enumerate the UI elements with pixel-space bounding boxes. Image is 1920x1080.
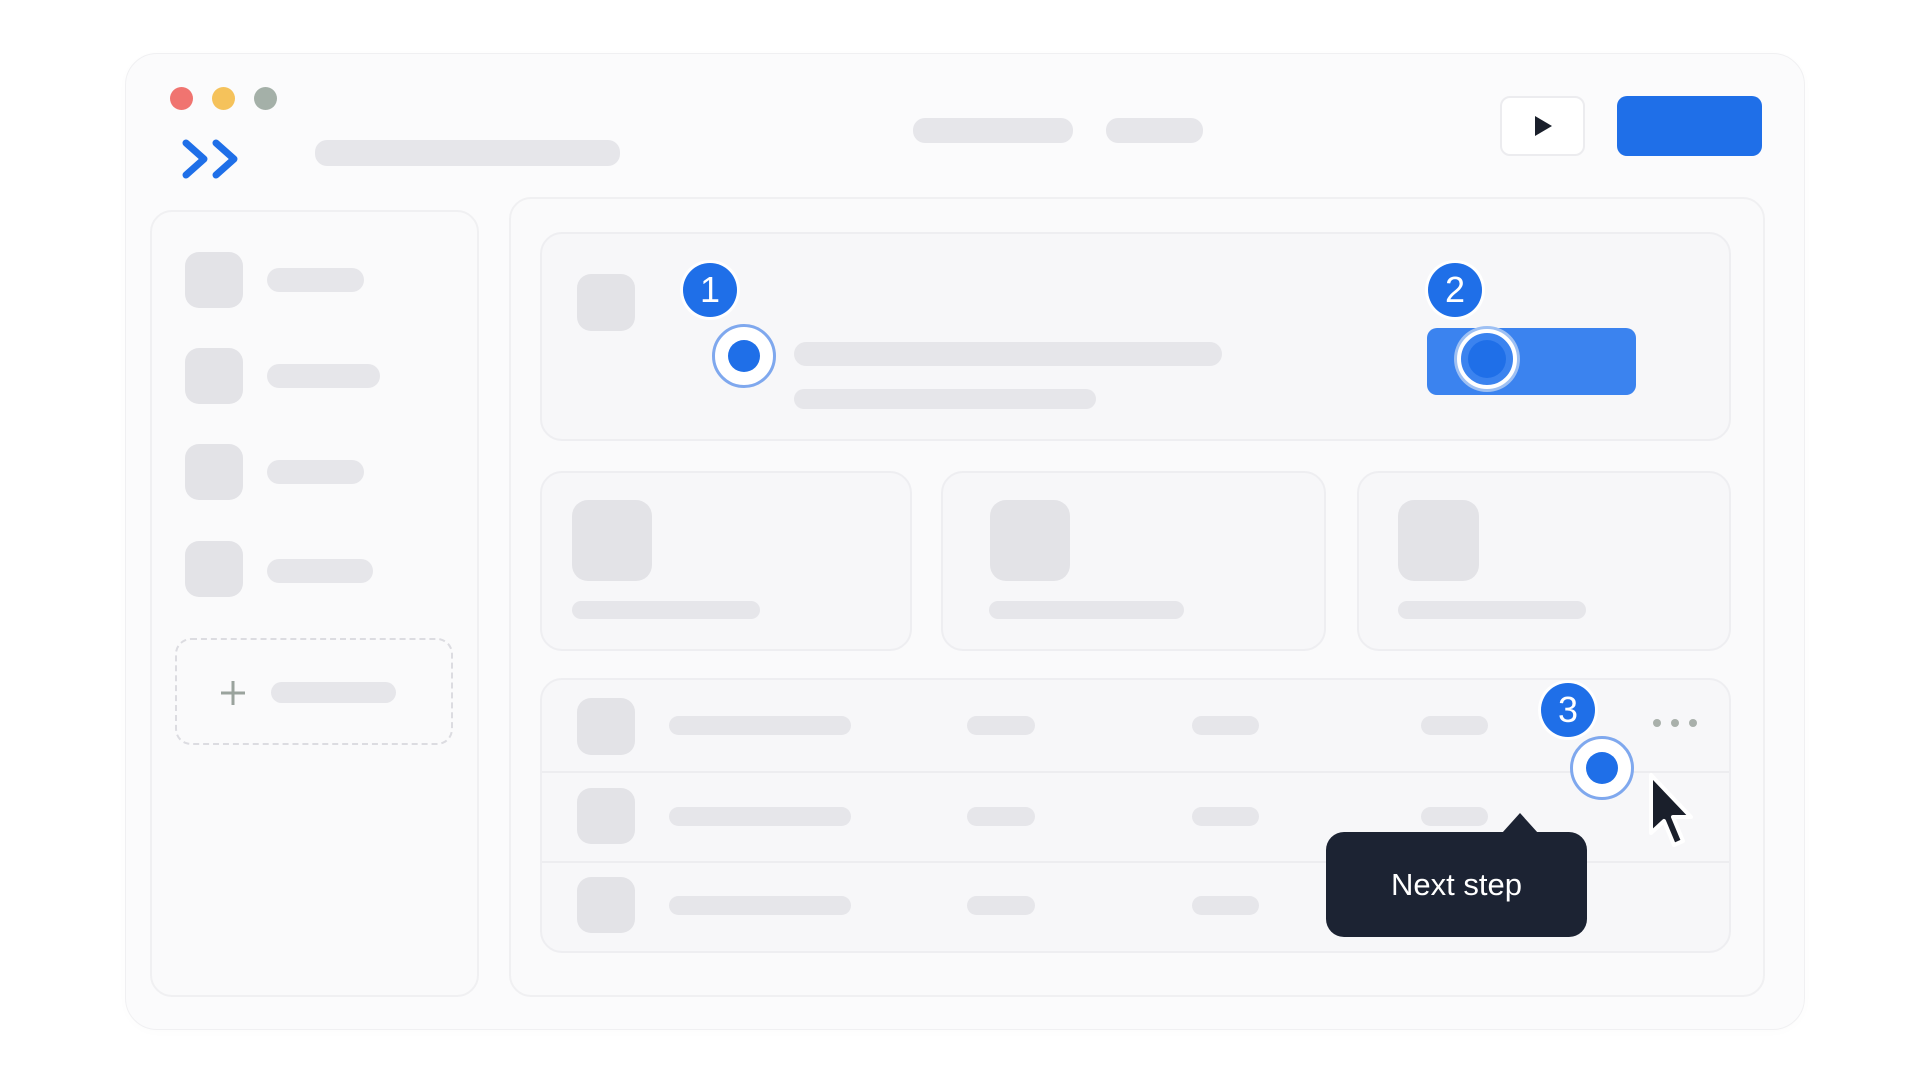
- table-row-avatar: [577, 698, 635, 755]
- table-cell: [1421, 716, 1488, 735]
- double-chevron-right-icon: [182, 139, 238, 179]
- tooltip: Next step: [1326, 832, 1587, 937]
- window-minimize-button[interactable]: [212, 87, 235, 110]
- sidebar-item-label[interactable]: [267, 268, 364, 292]
- play-button[interactable]: [1500, 96, 1585, 156]
- sidebar: [150, 210, 479, 997]
- logo: [180, 137, 245, 182]
- step-badge-3: 3: [1541, 683, 1595, 737]
- table-cell: [967, 807, 1035, 826]
- sidebar-item-icon[interactable]: [185, 252, 243, 308]
- table-row-avatar: [577, 788, 635, 844]
- step-target-2[interactable]: [1457, 329, 1517, 389]
- window-close-button[interactable]: [170, 87, 193, 110]
- sidebar-item-icon[interactable]: [185, 444, 243, 500]
- table-row-divider: [542, 771, 1729, 773]
- table-cell: [669, 807, 851, 826]
- table-cell: [1192, 896, 1259, 915]
- header-card-avatar: [577, 274, 635, 331]
- table-row-avatar: [577, 877, 635, 933]
- stat-card-label: [989, 601, 1184, 619]
- header-card-subtitle: [794, 389, 1096, 409]
- target-dot: [728, 340, 760, 372]
- mouse-pointer-icon: [1649, 773, 1693, 847]
- sidebar-item-label[interactable]: [267, 559, 373, 583]
- table-cell: [669, 896, 851, 915]
- header-card-title: [794, 342, 1222, 366]
- step-target-1[interactable]: [712, 324, 776, 388]
- title-placeholder: [315, 140, 620, 166]
- nav-item-placeholder[interactable]: [913, 118, 1073, 143]
- tooltip-text: Next step: [1391, 866, 1522, 902]
- step-badge-2: 2: [1428, 263, 1482, 317]
- target-dot: [1586, 752, 1618, 784]
- sidebar-item-icon[interactable]: [185, 541, 243, 597]
- step-badge-1: 1: [683, 263, 737, 317]
- table-cell: [967, 716, 1035, 735]
- step-target-3[interactable]: [1570, 736, 1634, 800]
- table-cell: [1192, 807, 1259, 826]
- nav-item-placeholder[interactable]: [1106, 118, 1203, 143]
- table-cell: [669, 716, 851, 735]
- table-cell: [1192, 716, 1259, 735]
- more-horizontal-icon[interactable]: [1652, 716, 1698, 730]
- stat-card-label: [1398, 601, 1586, 619]
- window-zoom-button[interactable]: [254, 87, 277, 110]
- sidebar-item-label[interactable]: [267, 364, 380, 388]
- tooltip-arrow: [1502, 813, 1538, 833]
- play-icon: [1534, 116, 1552, 136]
- stat-card-icon: [1398, 500, 1479, 581]
- table-cell: [967, 896, 1035, 915]
- primary-button[interactable]: [1617, 96, 1762, 156]
- sidebar-item-label[interactable]: [267, 460, 364, 484]
- sidebar-item-icon[interactable]: [185, 348, 243, 404]
- stat-card-label: [572, 601, 760, 619]
- target-dot: [1468, 340, 1506, 378]
- stat-card-icon: [572, 500, 652, 581]
- table-cell: [1421, 807, 1488, 826]
- stat-card-icon: [990, 500, 1070, 581]
- add-item-label: [271, 682, 396, 703]
- plus-icon: [221, 681, 245, 705]
